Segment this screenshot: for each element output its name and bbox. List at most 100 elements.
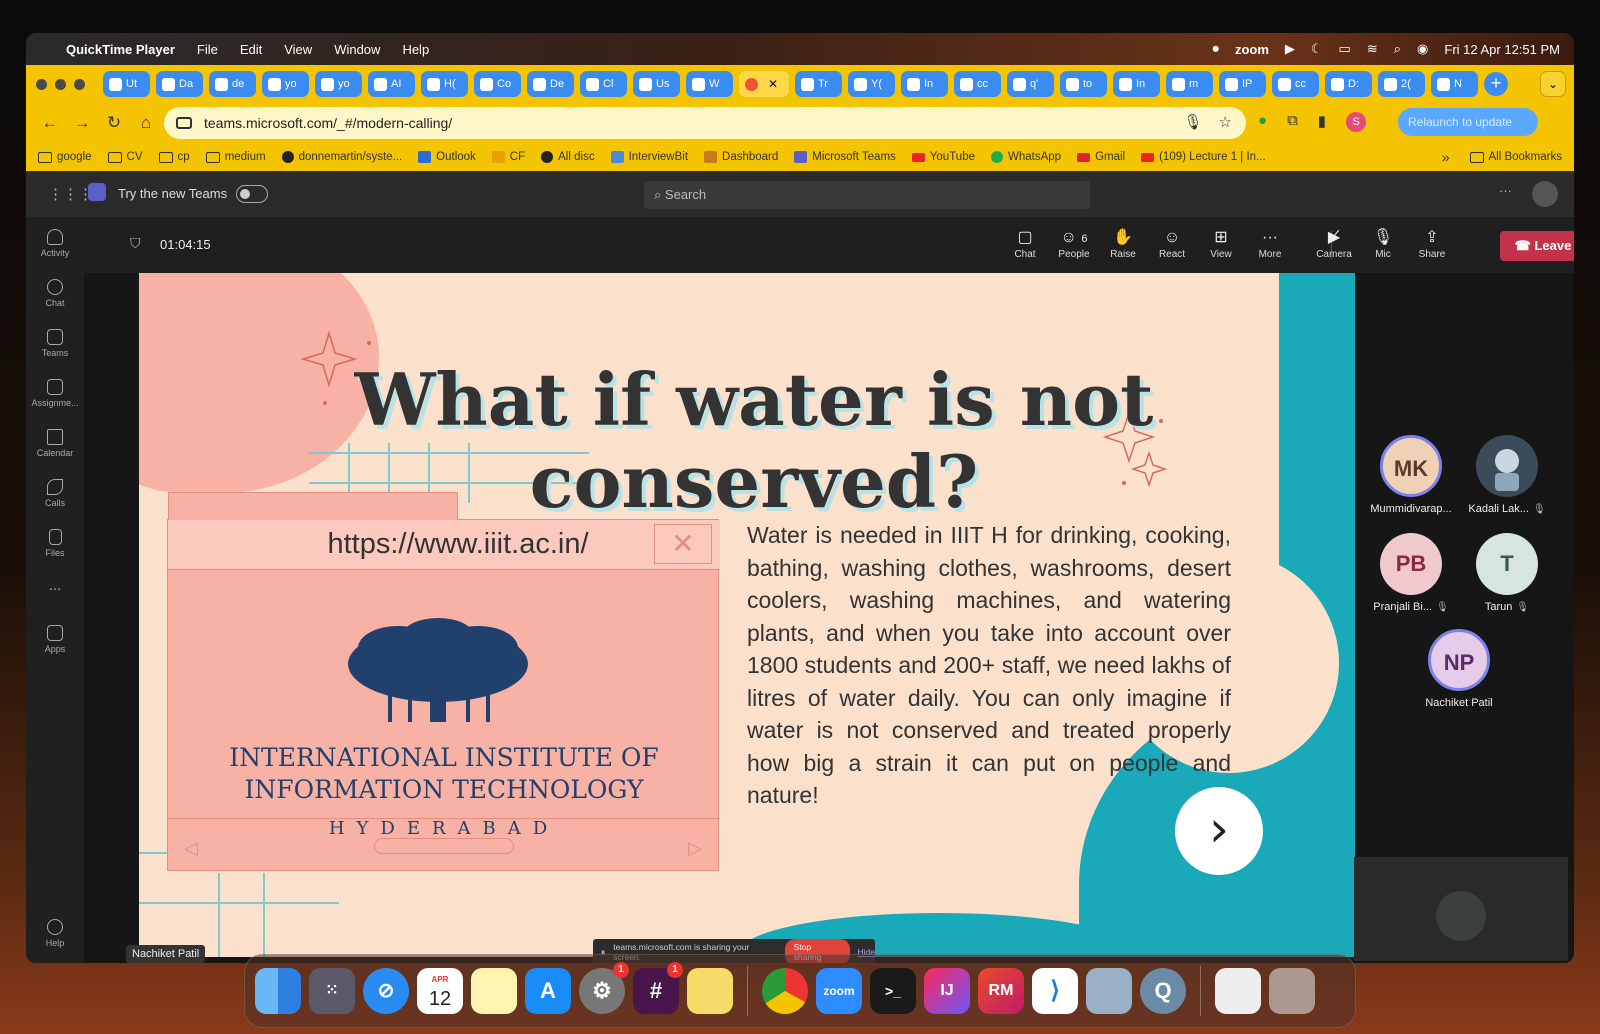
participant-tile[interactable]: T Tarun 🎙 [1452,533,1562,613]
browser-tab[interactable]: Tr [795,71,842,97]
menu-window[interactable]: Window [334,42,380,57]
menu-help[interactable]: Help [402,42,429,57]
bookmark-lecture[interactable]: (109) Lecture 1 | In... [1141,151,1266,163]
browser-tab[interactable]: In [1113,71,1160,97]
browser-tab[interactable]: W [686,71,733,97]
app-menu[interactable]: QuickTime Player [66,42,175,57]
browser-tab[interactable]: N [1431,71,1478,97]
chrome-icon[interactable] [762,968,808,1014]
browser-tab[interactable]: Cl [580,71,627,97]
rail-teams[interactable]: Teams [26,329,84,358]
quicktime-icon[interactable]: Q [1140,968,1186,1014]
tab-search-chevron-icon[interactable]: ⌄ [1540,71,1566,97]
back-arrow-icon[interactable]: ← [34,113,66,133]
app-launcher-grid-icon[interactable]: ⋮⋮⋮ [48,185,93,203]
browser-tab[interactable]: IP [1219,71,1266,97]
rail-apps[interactable]: Apps [26,625,84,654]
bookmark-teams[interactable]: Microsoft Teams [794,151,896,163]
more-bookmarks-chevron[interactable]: » [1442,149,1450,165]
rail-assignments[interactable]: Assignme... [26,379,84,408]
menu-file[interactable]: File [197,42,218,57]
terminal-icon[interactable]: >_ [870,968,916,1014]
rubymine-icon[interactable]: RM [978,968,1024,1014]
zoom-app-icon[interactable]: zoom [816,968,862,1014]
bookmark-whatsapp[interactable]: WhatsApp [991,151,1061,163]
browser-tab[interactable]: AI [368,71,415,97]
relaunch-to-update-button[interactable]: Relaunch to update [1398,108,1538,136]
browser-tab[interactable]: Y( [848,71,895,97]
browser-tab[interactable]: to [1060,71,1107,97]
menu-edit[interactable]: Edit [240,42,262,57]
menu-view[interactable]: View [284,42,312,57]
leave-button[interactable]: ☎ Leave [1500,231,1574,261]
stickies-icon[interactable] [687,968,733,1014]
reload-icon[interactable]: ↻ [98,113,130,133]
bookmark-youtube[interactable]: YouTube [911,151,975,163]
spotlight-search-icon[interactable]: ⌕ [1394,41,1401,57]
bookmark-cp[interactable]: cp [158,151,190,163]
bookmark-gmail[interactable]: Gmail [1077,151,1125,163]
window-traffic-lights[interactable] [36,78,85,90]
url-omnibox[interactable]: teams.microsoft.com/_#/modern-calling/ 🎙… [164,107,1246,139]
browser-tab[interactable]: cc [954,71,1001,97]
camera-button[interactable]: ▶̸ Camera [1310,227,1358,260]
preview-icon[interactable] [1086,968,1132,1014]
bookmark-all-disc[interactable]: All disc [541,151,595,163]
rail-activity[interactable]: Activity [26,229,84,258]
rail-more[interactable]: ... [26,577,84,594]
share-button[interactable]: ⇪ Share [1408,227,1456,260]
more-button[interactable]: ··· More [1246,227,1294,260]
profile-avatar[interactable]: S [1346,112,1367,132]
document-icon[interactable] [1215,968,1261,1014]
play-icon[interactable]: ▶ [1285,41,1295,57]
browser-tab[interactable]: m [1166,71,1213,97]
mic-search-icon[interactable]: 🎙 [1184,113,1203,131]
trash-icon[interactable] [1269,968,1315,1014]
raise-hand-button[interactable]: ✋ Raise [1099,227,1147,260]
participant-tile[interactable]: MK Mummidivarap... [1356,435,1466,515]
people-button[interactable]: ☺ 6 People [1050,227,1098,260]
intellij-icon[interactable]: IJ [924,968,970,1014]
forward-arrow-icon[interactable]: → [66,113,98,133]
browser-tab[interactable]: ✕ [739,71,789,97]
finder-icon[interactable] [255,968,301,1014]
rail-files[interactable]: Files [26,529,84,558]
home-icon[interactable]: ⌂ [130,113,162,133]
extensions-puzzle-icon[interactable]: ⧉ [1287,112,1298,132]
record-icon[interactable]: ⏺ [1212,41,1219,57]
browser-tab[interactable]: de [209,71,256,97]
bookmark-medium[interactable]: medium [205,151,266,163]
participant-tile[interactable]: Kadali Lak... 🎙 [1452,435,1562,515]
site-info-icon[interactable] [176,117,192,129]
new-tab-button[interactable]: + [1484,72,1508,96]
browser-tab[interactable]: cc [1272,71,1319,97]
browser-tab[interactable]: Us [633,71,680,97]
bookmark-outlook[interactable]: Outlook [418,151,476,163]
bookmark-cv[interactable]: CV [107,151,143,163]
user-avatar[interactable] [1532,181,1558,207]
url-text[interactable]: teams.microsoft.com/_#/modern-calling/ [204,115,452,131]
bookmark-cf[interactable]: CF [491,151,525,163]
notes-icon[interactable] [471,968,517,1014]
control-center-icon[interactable]: ◉ [1417,41,1428,57]
slack-icon[interactable]: #1 [633,962,683,1014]
browser-tab[interactable]: In [901,71,948,97]
menu-clock[interactable]: Fri 12 Apr 12:51 PM [1444,42,1560,57]
browser-tab[interactable]: Ut [103,71,150,97]
new-teams-toggle[interactable] [236,185,268,203]
system-settings-icon[interactable]: ⚙ 1 [579,962,629,1014]
bookmark-interviewbit[interactable]: InterviewBit [610,151,688,163]
react-button[interactable]: ☺ React [1148,227,1196,260]
settings-more-icon[interactable]: ··· [1499,183,1512,198]
rail-chat[interactable]: Chat [26,279,84,308]
bookmark-dashboard[interactable]: Dashboard [704,151,778,163]
bookmark-google[interactable]: google [38,151,92,163]
browser-tab[interactable]: Co [474,71,521,97]
rail-help[interactable]: Help [26,919,84,948]
bookmark-github[interactable]: donnemartin/syste... [281,151,402,163]
browser-tab[interactable]: D: [1325,71,1372,97]
rail-calls[interactable]: Calls [26,479,84,508]
wifi-icon[interactable]: ≋ [1367,41,1378,57]
browser-tab[interactable]: De [527,71,574,97]
launchpad-icon[interactable]: ⁙ [309,968,355,1014]
